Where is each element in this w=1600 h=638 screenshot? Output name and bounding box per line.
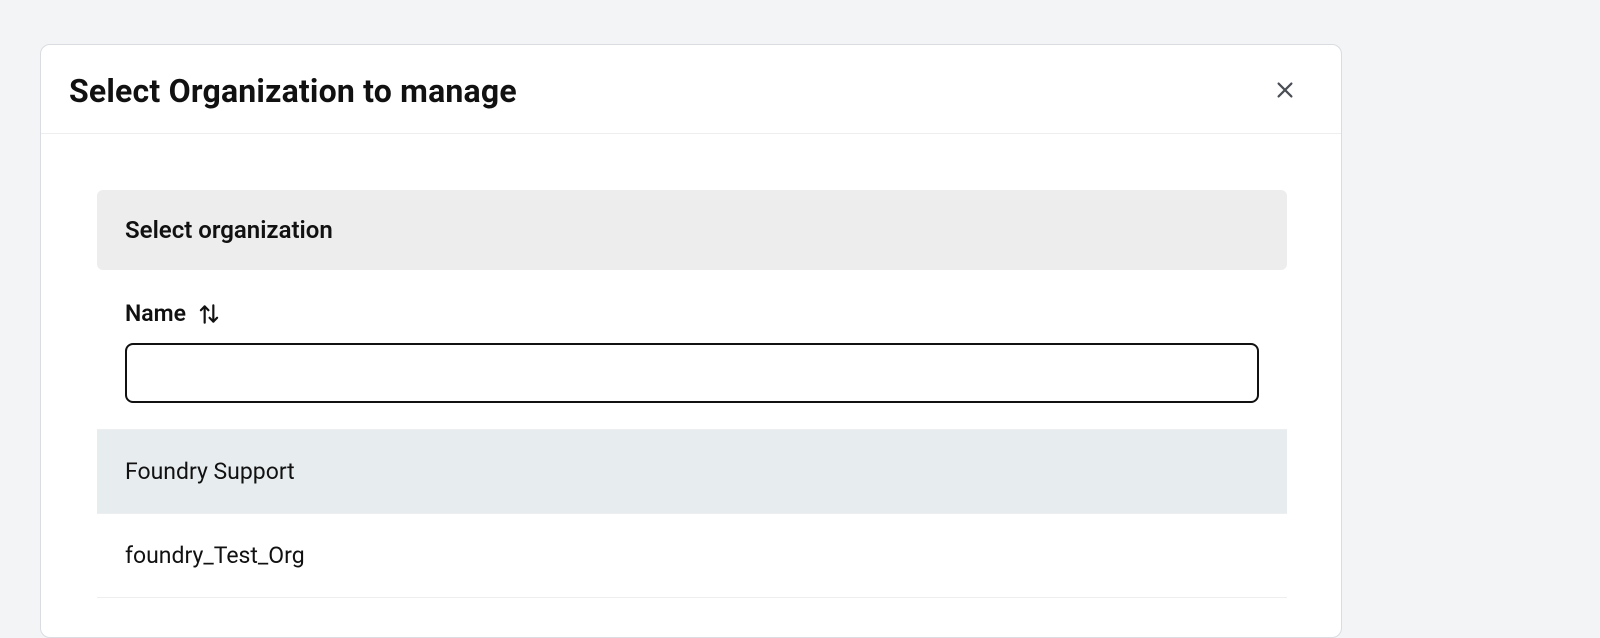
select-organization-dialog: Select Organization to manage Select org… [40, 44, 1342, 638]
organization-list: Foundry Support foundry_Test_Org [97, 429, 1287, 598]
dialog-title: Select Organization to manage [69, 72, 517, 110]
section-header-label: Select organization [125, 216, 1259, 244]
dialog-body: Select organization Name Foundry Suppo [41, 134, 1341, 598]
organization-panel: Select organization Name Foundry Suppo [97, 190, 1287, 598]
sort-icon[interactable] [196, 301, 222, 327]
section-header: Select organization [97, 190, 1287, 270]
close-icon [1274, 79, 1296, 104]
dialog-header: Select Organization to manage [41, 45, 1341, 134]
close-button[interactable] [1265, 71, 1305, 111]
search-wrap [97, 343, 1287, 429]
column-name-label: Name [125, 300, 186, 327]
column-header-row: Name [97, 270, 1287, 343]
list-item[interactable]: foundry_Test_Org [97, 514, 1287, 598]
list-item[interactable]: Foundry Support [97, 430, 1287, 514]
organization-search-input[interactable] [125, 343, 1259, 403]
